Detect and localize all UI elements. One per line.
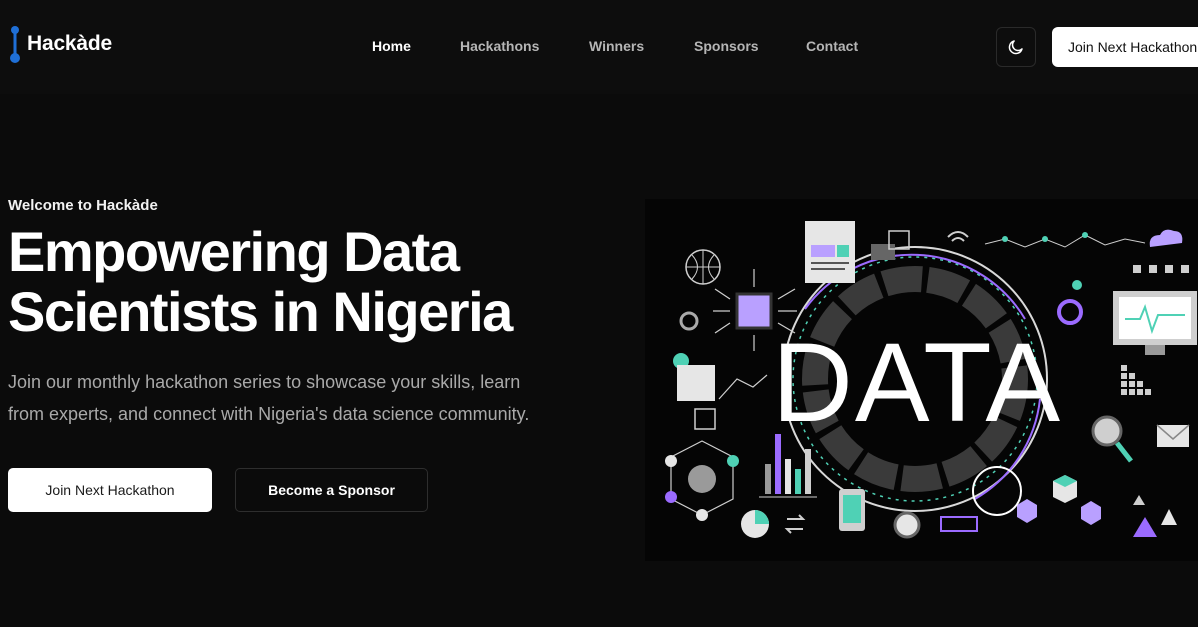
nav-contact[interactable]: Contact [806,38,858,54]
subtext-line-1: Join our monthly hackathon series to sho… [8,372,521,392]
hero-data-illustration: DATA [645,199,1198,561]
hero-headline: Empowering Data Scientists in Nigeria [8,222,628,342]
page: Hackàde Home Hackathons Winners Sponsors… [0,0,1198,627]
header-join-button[interactable]: Join Next Hackathon [1052,27,1198,67]
moon-icon [1008,40,1023,55]
hero-eyebrow: Welcome to Hackàde [8,197,158,214]
headline-line-1: Empowering Data [8,220,460,283]
data-illustration-graphic: DATA [665,221,1197,539]
become-sponsor-button[interactable]: Become a Sponsor [235,468,428,512]
site-header: Hackàde Home Hackathons Winners Sponsors… [0,0,1198,94]
nav-home[interactable]: Home [372,38,411,54]
nav-hackathons[interactable]: Hackathons [460,38,539,54]
join-hackathon-button[interactable]: Join Next Hackathon [8,468,212,512]
theme-toggle-button[interactable] [996,27,1036,67]
data-word: DATA [772,320,1062,445]
hero-subtext: Join our monthly hackathon series to sho… [8,366,608,430]
headline-line-2: Scientists in Nigeria [8,280,513,343]
nav-winners[interactable]: Winners [589,38,644,54]
nav-sponsors[interactable]: Sponsors [694,38,759,54]
subtext-line-2: from experts, and connect with Nigeria's… [8,404,530,424]
